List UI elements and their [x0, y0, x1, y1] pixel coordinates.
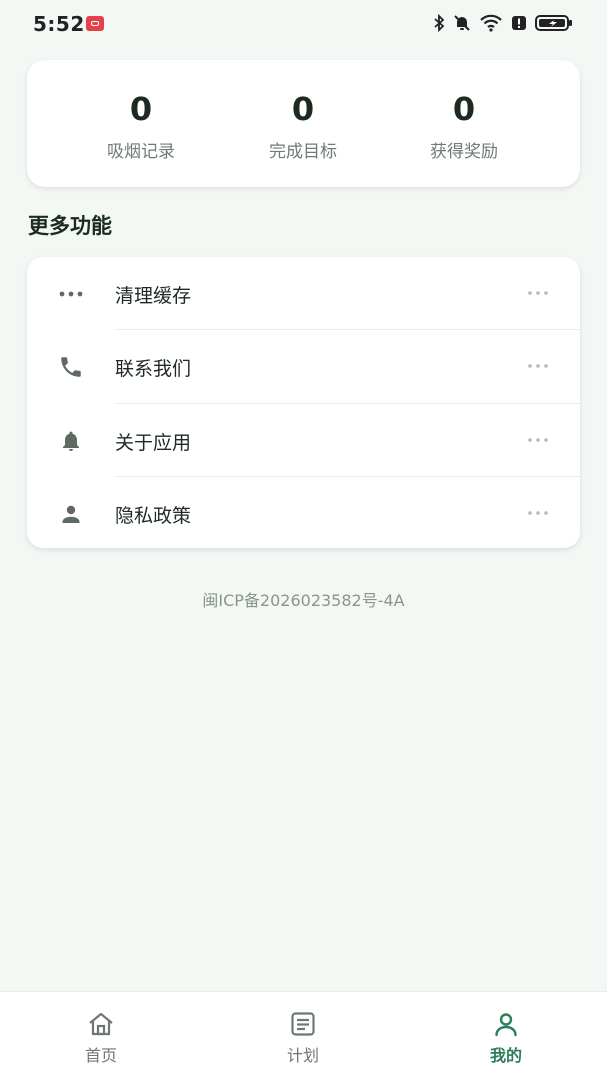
wifi-icon	[480, 14, 502, 32]
stat-label: 获得奖励	[430, 142, 498, 162]
menu-card: 清理缓存 联系我们 关于应用 隐私政策	[27, 257, 580, 548]
stat-value: 0	[291, 90, 315, 128]
stat-value: 0	[452, 90, 476, 128]
stat-completed-goals: 0 完成目标	[228, 90, 378, 162]
bottom-nav: 首页 计划 我的	[0, 991, 607, 1081]
stat-label: 完成目标	[269, 142, 337, 162]
person-icon	[57, 501, 85, 527]
alert-icon	[512, 16, 526, 30]
app-notification-icon	[86, 16, 104, 31]
stat-smoking-records: 0 吸烟记录	[66, 90, 216, 162]
menu-item-clear-cache[interactable]: 清理缓存	[27, 257, 580, 330]
menu-item-label: 联系我们	[115, 358, 192, 380]
more-dots-icon[interactable]	[528, 356, 550, 376]
nav-item-plan[interactable]: 计划	[243, 1010, 363, 1066]
stat-rewards: 0 获得奖励	[389, 90, 539, 162]
menu-item-about[interactable]: 关于应用	[27, 404, 580, 477]
status-time: 5:52	[33, 12, 85, 36]
battery-icon	[535, 15, 572, 31]
nav-label: 首页	[84, 1046, 117, 1065]
home-icon	[41, 1010, 161, 1038]
more-dots-icon[interactable]	[528, 430, 550, 450]
status-bar: 5:52	[0, 0, 607, 50]
bluetooth-icon	[434, 14, 445, 32]
menu-item-privacy-policy[interactable]: 隐私政策	[27, 477, 580, 548]
icp-license: 闽ICP备2026023582号-4A	[202, 591, 405, 610]
more-dots-icon[interactable]	[528, 283, 550, 303]
list-icon	[243, 1010, 363, 1038]
menu-item-label: 清理缓存	[115, 285, 192, 307]
person-icon	[446, 1010, 566, 1038]
stat-label: 吸烟记录	[107, 142, 175, 162]
stats-card: 0 吸烟记录 0 完成目标 0 获得奖励	[27, 60, 580, 187]
phone-icon	[57, 354, 85, 380]
bell-icon	[57, 428, 85, 454]
nav-label: 我的	[489, 1046, 522, 1065]
menu-item-contact-us[interactable]: 联系我们	[27, 330, 580, 403]
mute-bell-icon	[454, 15, 470, 31]
menu-item-label: 隐私政策	[115, 505, 192, 527]
stat-value: 0	[129, 90, 153, 128]
more-horiz-icon	[57, 281, 85, 307]
nav-item-home[interactable]: 首页	[41, 1010, 161, 1066]
section-title: 更多功能	[28, 214, 112, 238]
nav-item-mine[interactable]: 我的	[446, 1010, 566, 1066]
more-dots-icon[interactable]	[528, 503, 550, 523]
menu-item-label: 关于应用	[115, 432, 192, 454]
nav-label: 计划	[286, 1046, 319, 1065]
status-icons	[433, 14, 573, 32]
